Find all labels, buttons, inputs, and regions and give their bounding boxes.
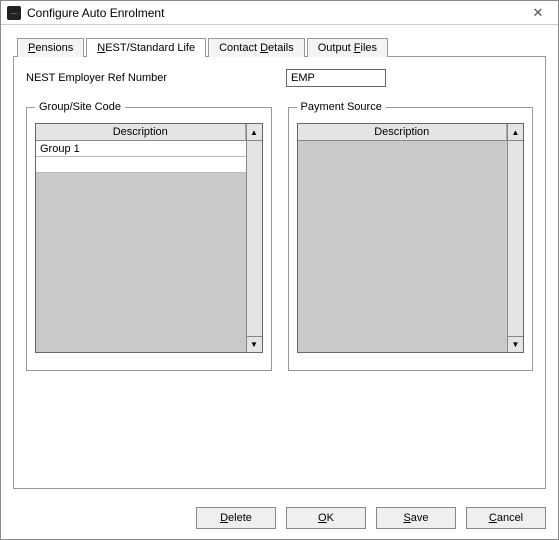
grid-header-description[interactable]: Description xyxy=(298,124,508,140)
scroll-up-icon[interactable]: ▲ xyxy=(246,124,262,140)
dialog-window: ... Configure Auto Enrolment ✕ Pensions … xyxy=(0,0,559,540)
payment-source-grid[interactable]: Description ▲ ▼ xyxy=(297,123,525,353)
client-area: Pensions NEST/Standard Life Contact Deta… xyxy=(1,25,558,497)
tab-nest-standard-life[interactable]: NEST/Standard Life xyxy=(86,38,206,57)
tab-output-files[interactable]: Output Files xyxy=(307,38,388,57)
employer-ref-row: NEST Employer Ref Number xyxy=(26,69,533,87)
tab-panel: NEST Employer Ref Number Group/Site Code… xyxy=(13,56,546,489)
scrollbar-track[interactable] xyxy=(246,141,262,336)
button-label: Save xyxy=(403,512,428,524)
button-label: Delete xyxy=(220,512,252,524)
titlebar: ... Configure Auto Enrolment ✕ xyxy=(1,1,558,25)
close-icon[interactable]: ✕ xyxy=(524,3,552,23)
button-label: Cancel xyxy=(489,512,523,524)
group-site-grid[interactable]: Description ▲ Group 1 ▼ xyxy=(35,123,263,353)
grid-header: Description ▲ xyxy=(298,124,524,141)
scroll-up-icon[interactable]: ▲ xyxy=(507,124,523,140)
tab-hotkey: F xyxy=(354,42,361,54)
payment-source-box: Payment Source Description ▲ ▼ xyxy=(288,101,534,371)
grid-cell[interactable] xyxy=(36,157,246,173)
grid-body: ▼ xyxy=(298,141,524,352)
tab-hotkey: D xyxy=(260,42,268,54)
group-site-code-box: Group/Site Code Description ▲ Group 1 ▼ xyxy=(26,101,272,371)
tab-contact-details[interactable]: Contact Details xyxy=(208,38,305,57)
tab-label-rest: iles xyxy=(361,42,378,54)
grid-body: Group 1 ▼ xyxy=(36,141,262,352)
employer-ref-label: NEST Employer Ref Number xyxy=(26,72,286,84)
grid-header: Description ▲ xyxy=(36,124,262,141)
scrollbar-track[interactable] xyxy=(507,141,523,336)
cancel-button[interactable]: Cancel xyxy=(466,507,546,529)
scroll-down-icon[interactable]: ▼ xyxy=(507,336,523,352)
scroll-down-icon[interactable]: ▼ xyxy=(246,336,262,352)
tab-label-rest: ensions xyxy=(35,42,73,54)
employer-ref-input[interactable] xyxy=(286,69,386,87)
tab-label-rest: EST/Standard Life xyxy=(105,42,195,54)
grid-header-description[interactable]: Description xyxy=(36,124,246,140)
tab-strip: Pensions NEST/Standard Life Contact Deta… xyxy=(13,38,546,57)
button-label: OK xyxy=(318,512,334,524)
groupboxes: Group/Site Code Description ▲ Group 1 ▼ xyxy=(26,101,533,371)
ok-button[interactable]: OK xyxy=(286,507,366,529)
dialog-buttons: Delete OK Save Cancel xyxy=(1,497,558,539)
save-button[interactable]: Save xyxy=(376,507,456,529)
payment-source-legend: Payment Source xyxy=(297,101,386,113)
window-title: Configure Auto Enrolment xyxy=(27,6,524,20)
grid-cell[interactable]: Group 1 xyxy=(36,141,246,157)
delete-button[interactable]: Delete xyxy=(196,507,276,529)
group-site-legend: Group/Site Code xyxy=(35,101,125,113)
tab-label-rest: etails xyxy=(268,42,294,54)
app-icon: ... xyxy=(7,6,21,20)
tab-pensions[interactable]: Pensions xyxy=(17,38,84,57)
tab-label-pre: Contact xyxy=(219,42,260,54)
tab-label-pre: Output xyxy=(318,42,354,54)
